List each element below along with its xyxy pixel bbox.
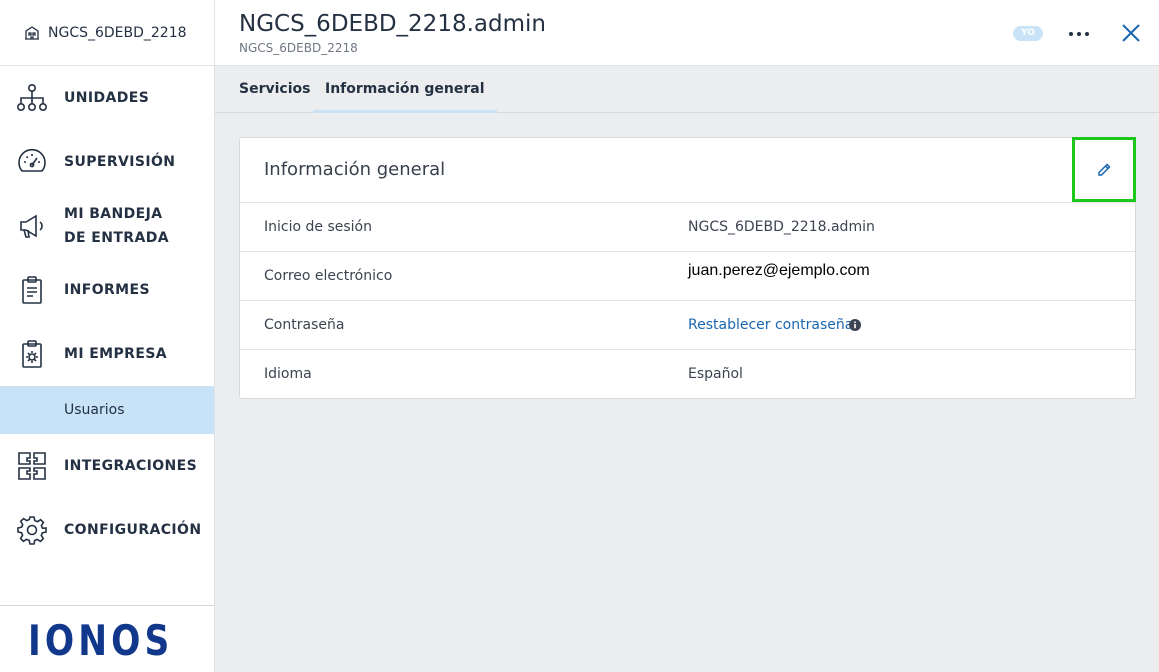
page-title: NGCS_6DEBD_2218.admin	[239, 11, 546, 37]
tenant-name: NGCS_6DEBD_2218	[48, 24, 187, 41]
puzzle-grid-icon	[18, 452, 46, 480]
nav-item-unidades[interactable]: UNIDADES	[0, 66, 214, 130]
nav-item-bandeja[interactable]: MI BANDEJA DE ENTRADA	[0, 194, 214, 258]
info-row-login: Inicio de sesión NGCS_6DEBD_2218.admin	[240, 203, 1135, 252]
nav-item-mi-empresa[interactable]: MI EMPRESA	[0, 322, 214, 386]
row-value: NGCS_6DEBD_2218.admin	[688, 219, 875, 235]
nav-label: INTEGRACIONES	[64, 458, 198, 474]
close-icon[interactable]	[1120, 22, 1142, 44]
org-tree-icon	[16, 83, 47, 111]
info-row-password: Contraseña Restablecer contraseña	[240, 301, 1135, 350]
gear-icon	[17, 516, 47, 545]
general-info-card: Información general Inicio de sesión NGC…	[239, 137, 1136, 399]
building-icon	[25, 25, 39, 40]
row-label: Idioma	[264, 366, 312, 382]
nav-label: UNIDADES	[64, 90, 150, 106]
logo-text: IONOS	[28, 619, 168, 659]
card-header: Información general	[240, 137, 1136, 203]
nav-subitem-usuarios[interactable]: Usuarios	[0, 386, 214, 434]
clipboard-gear-icon	[22, 340, 42, 368]
nav-item-integraciones[interactable]: INTEGRACIONES	[0, 434, 214, 498]
clipboard-report-icon	[22, 276, 42, 304]
row-value: Español	[688, 366, 743, 382]
nav-label: CONFIGURACIÓN	[64, 522, 202, 538]
pencil-icon	[1098, 162, 1111, 176]
nav-label: MI EMPRESA	[64, 346, 168, 362]
sidebar: NGCS_6DEBD_2218 UNIDADES SUPERVISIÓN MI …	[0, 0, 215, 672]
reset-password-link[interactable]: Restablecer contraseña	[688, 317, 853, 333]
row-label: Correo electrónico	[264, 268, 393, 284]
tenant-selector[interactable]: NGCS_6DEBD_2218	[0, 0, 214, 66]
tab-bar: Servicios Información general	[215, 66, 1159, 113]
ionos-logo: IONOS	[0, 605, 215, 672]
secondary-nav: INTEGRACIONES CONFIGURACIÓN	[0, 434, 214, 562]
nav-label: INFORMES	[64, 282, 150, 298]
row-label: Contraseña	[264, 317, 345, 333]
nav-label: MI BANDEJA DE ENTRADA	[64, 206, 169, 246]
card-title: Información general	[264, 159, 446, 180]
row-value: juan.perez@ejemplo.com	[688, 262, 870, 279]
megaphone-icon	[20, 214, 43, 238]
nav-label: SUPERVISIÓN	[64, 154, 176, 170]
info-row-language: Idioma Español	[240, 350, 1135, 399]
gauge-icon	[18, 148, 46, 172]
info-row-email: Correo electrónico juan.perez@ejemplo.co…	[240, 252, 1135, 301]
page-subtitle: NGCS_6DEBD_2218	[239, 41, 358, 55]
tab-informacion-general[interactable]: Información general	[313, 66, 497, 113]
tab-servicios[interactable]: Servicios	[239, 66, 310, 113]
nav-item-configuracion[interactable]: CONFIGURACIÓN	[0, 498, 214, 562]
main-nav: UNIDADES SUPERVISIÓN MI BANDEJA DE ENTRA…	[0, 66, 214, 386]
info-icon[interactable]	[849, 319, 861, 331]
more-options-icon[interactable]	[1067, 22, 1091, 46]
yo-badge: YO	[1013, 26, 1043, 41]
ionos-logo-mark: IONOS	[28, 619, 168, 659]
nav-item-informes[interactable]: INFORMES	[0, 258, 214, 322]
nav-item-supervision[interactable]: SUPERVISIÓN	[0, 130, 214, 194]
panel-header: NGCS_6DEBD_2218.admin NGCS_6DEBD_2218 YO	[215, 0, 1159, 66]
edit-button[interactable]	[1072, 137, 1136, 202]
row-label: Inicio de sesión	[264, 219, 372, 235]
